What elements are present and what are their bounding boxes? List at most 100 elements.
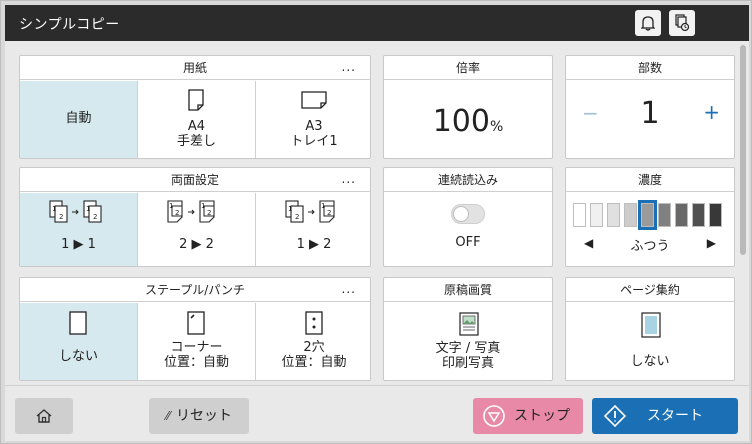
paper-a3-size: A3 (305, 119, 323, 134)
duplex-1-to-2-label: 1 ▶ 2 (296, 237, 332, 252)
start-icon (604, 405, 626, 427)
svg-text:2: 2 (295, 213, 299, 221)
toggle-knob (453, 206, 469, 222)
density-step[interactable] (638, 200, 657, 230)
duplex-1-to-2-option[interactable]: 1212 1 ▶ 2 (256, 193, 372, 266)
continuous-scan-panel[interactable]: 連続読込み OFF (383, 167, 553, 267)
zoom-value: 100 (432, 104, 490, 139)
portrait-paper-icon (188, 89, 204, 111)
paper-panel: 用紙... 自動 A4 手差し A3 トレイ1 (19, 55, 371, 159)
copies-header: 部数 (566, 56, 734, 80)
bell-icon (641, 16, 655, 31)
copies-panel: 部数 − 1 + (565, 55, 735, 159)
staple-title: ステープル/パンチ (145, 283, 245, 297)
staple-more-icon[interactable]: ... (342, 278, 356, 300)
settings-area: 用紙... 自動 A4 手差し A3 トレイ1 倍率 100% 部数 − 1 +… (5, 41, 749, 385)
density-step[interactable] (658, 203, 671, 227)
density-step[interactable] (624, 203, 637, 227)
start-button[interactable]: スタート (592, 398, 738, 434)
text-photo-icon (459, 312, 479, 336)
stop-button[interactable]: ストップ (473, 398, 583, 434)
stop-label: ストップ (514, 408, 570, 424)
paper-title: 用紙 (182, 61, 207, 75)
density-step[interactable] (573, 203, 586, 227)
svg-text:2: 2 (175, 209, 179, 217)
home-icon (36, 409, 52, 423)
continuous-scan-header: 連続読込み (384, 168, 552, 192)
paper-a4-tray: 手差し (176, 134, 216, 149)
punch-line1: 2穴 (303, 340, 325, 355)
reset-button[interactable]: ⁄⁄ リセット (149, 398, 249, 434)
zoom-panel[interactable]: 倍率 100% (383, 55, 553, 159)
continuous-scan-state: OFF (455, 235, 481, 250)
duplex-2-to-2-option[interactable]: 1212 2 ▶ 2 (138, 193, 255, 266)
duplex-1-to-1-option[interactable]: 1212 1 ▶ 1 (20, 193, 137, 266)
svg-text:2: 2 (93, 213, 97, 221)
staple-corner-line2: 位置：自動 (163, 355, 229, 370)
stop-icon (483, 405, 505, 427)
density-darker-button[interactable]: ▶ (707, 236, 716, 250)
duplex-1-to-1-label: 1 ▶ 1 (61, 237, 96, 252)
zoom-value-group: 100% (384, 104, 552, 139)
staple-corner-option[interactable]: コーナー 位置：自動 (138, 303, 255, 380)
duplex-header[interactable]: 両面設定... (20, 168, 370, 192)
corner-staple-icon (187, 311, 205, 335)
punch-2hole-option[interactable]: 2穴 位置：自動 (256, 303, 372, 380)
simplex-to-simplex-icon: 1212 (49, 200, 102, 223)
duplex-2-to-2-label: 2 ▶ 2 (179, 237, 214, 252)
density-panel: 濃度 ◀ ふつう ▶ (565, 167, 735, 267)
notification-button[interactable] (635, 10, 661, 36)
paper-a4-bypass-option[interactable]: A4 手差し (138, 81, 255, 158)
svg-text:1: 1 (288, 205, 292, 213)
density-scale[interactable] (573, 200, 729, 230)
paper-header[interactable]: 用紙... (20, 56, 370, 80)
home-button[interactable] (15, 398, 73, 434)
reset-label: リセット (176, 408, 232, 424)
staple-punch-panel: ステープル/パンチ... しない コーナー 位置：自動 2穴 位置：自動 (19, 277, 371, 381)
density-header: 濃度 (566, 168, 734, 192)
screen-title: シンプルコピー (19, 17, 120, 33)
original-quality-panel[interactable]: 原稿画質 文字 / 写真 印刷写真 (383, 277, 553, 381)
svg-text:1: 1 (86, 205, 90, 213)
zoom-unit: % (489, 119, 504, 135)
punch-line2: 位置：自動 (281, 355, 347, 370)
two-hole-punch-icon (305, 311, 323, 335)
zoom-header: 倍率 (384, 56, 552, 80)
paper-auto-option[interactable]: 自動 (20, 81, 137, 158)
page-combine-panel[interactable]: ページ集約 しない (565, 277, 735, 381)
duplex-panel: 両面設定... 1212 1 ▶ 1 1212 2 ▶ 2 1212 1 ▶ 2 (19, 167, 371, 267)
continuous-scan-toggle[interactable] (451, 204, 485, 224)
duplex-title: 両面設定 (170, 173, 219, 187)
job-status-button[interactable] (669, 10, 695, 36)
staple-header[interactable]: ステープル/パンチ... (20, 278, 370, 302)
paper-a3-tray1-option[interactable]: A3 トレイ1 (256, 81, 372, 158)
density-step[interactable] (709, 203, 722, 227)
staple-corner-line1: コーナー (170, 340, 223, 355)
svg-text:1: 1 (169, 202, 173, 210)
paper-auto-label: 自動 (65, 111, 92, 126)
paper-more-icon[interactable]: ... (342, 56, 356, 78)
footer-bar: ⁄⁄ リセット ストップ スタート (5, 385, 749, 441)
density-step[interactable] (590, 203, 603, 227)
duplex-more-icon[interactable]: ... (342, 168, 356, 190)
staple-none-option[interactable]: しない (20, 303, 137, 380)
landscape-paper-icon (301, 91, 327, 109)
density-step[interactable] (692, 203, 705, 227)
svg-text:1: 1 (321, 202, 325, 210)
svg-text:2: 2 (59, 213, 63, 221)
copy-screen: シンプルコピー 用紙... 自動 A4 手差し A3 トレイ1 倍率 100% … (0, 0, 752, 444)
original-quality-header: 原稿画質 (384, 278, 552, 302)
density-step[interactable] (607, 203, 620, 227)
original-quality-line2: 印刷写真 (441, 356, 494, 371)
start-label: スタート (647, 408, 703, 424)
density-step[interactable] (675, 203, 688, 227)
paper-a4-size: A4 (187, 119, 206, 134)
scrollbar[interactable] (740, 45, 746, 255)
single-page-layout-icon (641, 312, 661, 338)
svg-text:2: 2 (207, 209, 211, 217)
copies-increment-button[interactable]: + (703, 100, 720, 124)
paper-a3-tray: トレイ1 (290, 134, 338, 149)
job-list-icon (675, 14, 690, 32)
original-quality-line1: 文字 / 写真 (435, 341, 501, 356)
duplex-to-duplex-icon: 1212 (167, 200, 215, 223)
